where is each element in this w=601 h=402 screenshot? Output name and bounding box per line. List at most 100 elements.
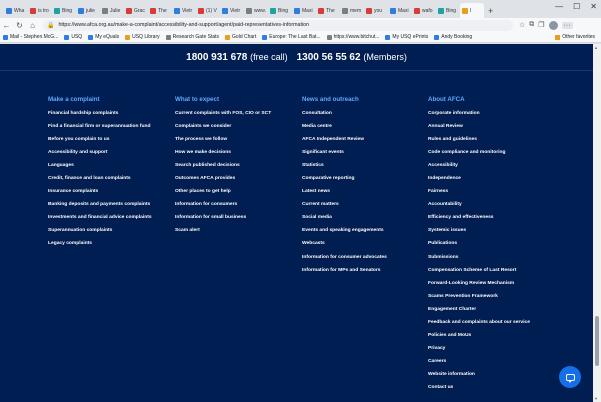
footer-link[interactable]: Banking deposits and payments complaints: [48, 202, 152, 215]
browser-tab[interactable]: The: [148, 3, 171, 18]
lock-icon[interactable]: 🔒: [47, 22, 54, 29]
footer-link[interactable]: Rules and guidelines: [428, 137, 530, 150]
footer-link[interactable]: Statistics: [302, 163, 387, 176]
footer-link[interactable]: Legacy complaints: [48, 241, 152, 254]
browser-tab[interactable]: mem: [340, 3, 363, 18]
footer-link[interactable]: Careers: [428, 359, 530, 372]
footer-link[interactable]: AFCA Independent Review: [302, 137, 387, 150]
footer-link[interactable]: Submissions: [428, 255, 530, 268]
footer-link[interactable]: Webcasts: [302, 241, 387, 254]
other-favorites-folder[interactable]: Other favorites: [555, 34, 595, 40]
members-phone[interactable]: 1300 56 55 62 (Members): [297, 52, 407, 63]
page-scrollbar[interactable]: ▲ ▼: [593, 44, 601, 402]
footer-link[interactable]: Superannuation complaints: [48, 228, 152, 241]
scroll-down-icon[interactable]: ▼: [594, 396, 598, 401]
browser-tab[interactable]: you: [364, 3, 387, 18]
refresh-icon[interactable]: ↻: [13, 21, 26, 30]
minimize-icon[interactable]: —: [555, 2, 563, 11]
footer-link[interactable]: Investments and financial advice complai…: [48, 215, 152, 228]
footer-link[interactable]: Fairness: [428, 189, 530, 202]
footer-link[interactable]: Accessibility: [428, 163, 530, 176]
scrollbar-thumb[interactable]: [595, 316, 599, 366]
footer-link[interactable]: Compensation Scheme of Last Resort: [428, 268, 530, 281]
footer-link[interactable]: Information for small business: [175, 215, 271, 228]
browser-tab[interactable]: is tro: [28, 3, 51, 18]
footer-link[interactable]: Information for consumers: [175, 202, 271, 215]
bookmark-item[interactable]: Gold Chart: [225, 34, 256, 40]
browser-tab[interactable]: wafo: [412, 3, 435, 18]
footer-link[interactable]: Languages: [48, 163, 152, 176]
footer-link[interactable]: Annual Review: [428, 124, 530, 137]
footer-link[interactable]: Accountability: [428, 202, 530, 215]
browser-tab[interactable]: Vietr: [220, 3, 243, 18]
new-tab-button[interactable]: +: [488, 6, 493, 16]
bookmark-item[interactable]: USQ Library: [125, 34, 160, 40]
footer-link[interactable]: Forward-Looking Review Mechanism: [428, 281, 530, 294]
bookmark-item[interactable]: My eQuals: [88, 34, 119, 40]
footer-link[interactable]: Other places to get help: [175, 189, 271, 202]
url-input[interactable]: 🔒 https://www.afca.org.au/make-a-complai…: [43, 19, 513, 31]
footer-link[interactable]: Comparative reporting: [302, 176, 387, 189]
browser-tab[interactable]: The: [316, 3, 339, 18]
browser-tab[interactable]: www.: [244, 3, 267, 18]
footer-link[interactable]: Code compliance and monitoring: [428, 150, 530, 163]
footer-link[interactable]: Consultation: [302, 111, 387, 124]
footer-link[interactable]: Information for MPs and Senators: [302, 268, 387, 281]
back-icon[interactable]: ←: [0, 21, 13, 30]
bookmark-item[interactable]: Andy Booking: [434, 34, 472, 40]
footer-link[interactable]: Policies and MoUs: [428, 333, 530, 346]
extensions-icon[interactable]: ⧉: [529, 21, 534, 29]
collections-icon[interactable]: ❐: [538, 21, 544, 29]
footer-link[interactable]: The process we follow: [175, 137, 271, 150]
browser-tab[interactable]: (1) V: [196, 3, 219, 18]
footer-link[interactable]: Information for consumer advocates: [302, 255, 387, 268]
footer-link[interactable]: Credit, finance and loan complaints: [48, 176, 152, 189]
footer-link[interactable]: Media centre: [302, 124, 387, 137]
footer-link[interactable]: Scams Prevention Framework: [428, 294, 530, 307]
footer-link[interactable]: Before you complain to us: [48, 137, 152, 150]
profile-avatar[interactable]: [548, 20, 558, 30]
footer-link[interactable]: Insurance complaints: [48, 189, 152, 202]
footer-link[interactable]: Accessibility and support: [48, 150, 152, 163]
footer-link[interactable]: Social media: [302, 215, 387, 228]
close-icon[interactable]: ✕: [590, 2, 597, 11]
footer-link[interactable]: Contact us: [428, 385, 530, 398]
bookmark-item[interactable]: USQ: [64, 34, 82, 40]
footer-link[interactable]: Publications: [428, 241, 530, 254]
footer-link[interactable]: Systemic issues: [428, 228, 530, 241]
footer-link[interactable]: Privacy: [428, 346, 530, 359]
browser-tab[interactable]: Grac: [124, 3, 147, 18]
footer-link[interactable]: Current complaints with FOS, CIO or SCT: [175, 111, 271, 124]
free-call-phone[interactable]: 1800 931 678 (free call): [186, 52, 287, 63]
browser-tab[interactable]: Maxi: [292, 3, 315, 18]
bookmark-item[interactable]: https://www.bitchut...: [326, 34, 379, 40]
footer-link[interactable]: How we make decisions: [175, 150, 271, 163]
footer-link[interactable]: Scam alert: [175, 228, 271, 241]
maximize-icon[interactable]: ☐: [573, 2, 580, 11]
footer-link[interactable]: Corporate information: [428, 111, 530, 124]
footer-link[interactable]: Search published decisions: [175, 163, 271, 176]
footer-link[interactable]: Current matters: [302, 202, 387, 215]
footer-link[interactable]: Outcomes AFCA provides: [175, 176, 271, 189]
browser-tab[interactable]: Julie: [100, 3, 123, 18]
bookmark-item[interactable]: Europe: The Last Bat...: [262, 34, 321, 40]
browser-tab[interactable]: Bing: [268, 3, 291, 18]
browser-tab[interactable]: Vietr: [172, 3, 195, 18]
footer-link[interactable]: Find a financial firm or superannuation …: [48, 124, 152, 137]
footer-link[interactable]: Complaints we consider: [175, 124, 271, 137]
footer-link[interactable]: Website information: [428, 372, 530, 385]
browser-tab[interactable]: Bing: [52, 3, 75, 18]
scroll-up-icon[interactable]: ▲: [594, 45, 598, 50]
browser-tab[interactable]: Maxi: [388, 3, 411, 18]
footer-link[interactable]: Financial hardship complaints: [48, 111, 152, 124]
favorite-star-icon[interactable]: ☆: [519, 21, 525, 29]
footer-link[interactable]: Engagement Charter: [428, 307, 530, 320]
browser-tab[interactable]: julie: [76, 3, 99, 18]
footer-link[interactable]: Independence: [428, 176, 530, 189]
browser-tab[interactable]: I: [460, 3, 484, 18]
footer-link[interactable]: Events and speaking engagements: [302, 228, 387, 241]
more-menu-icon[interactable]: ···: [561, 21, 573, 29]
browser-tab[interactable]: Bing: [436, 3, 459, 18]
footer-link[interactable]: Significant events: [302, 150, 387, 163]
footer-link[interactable]: Feedback and complaints about our servic…: [428, 320, 530, 333]
